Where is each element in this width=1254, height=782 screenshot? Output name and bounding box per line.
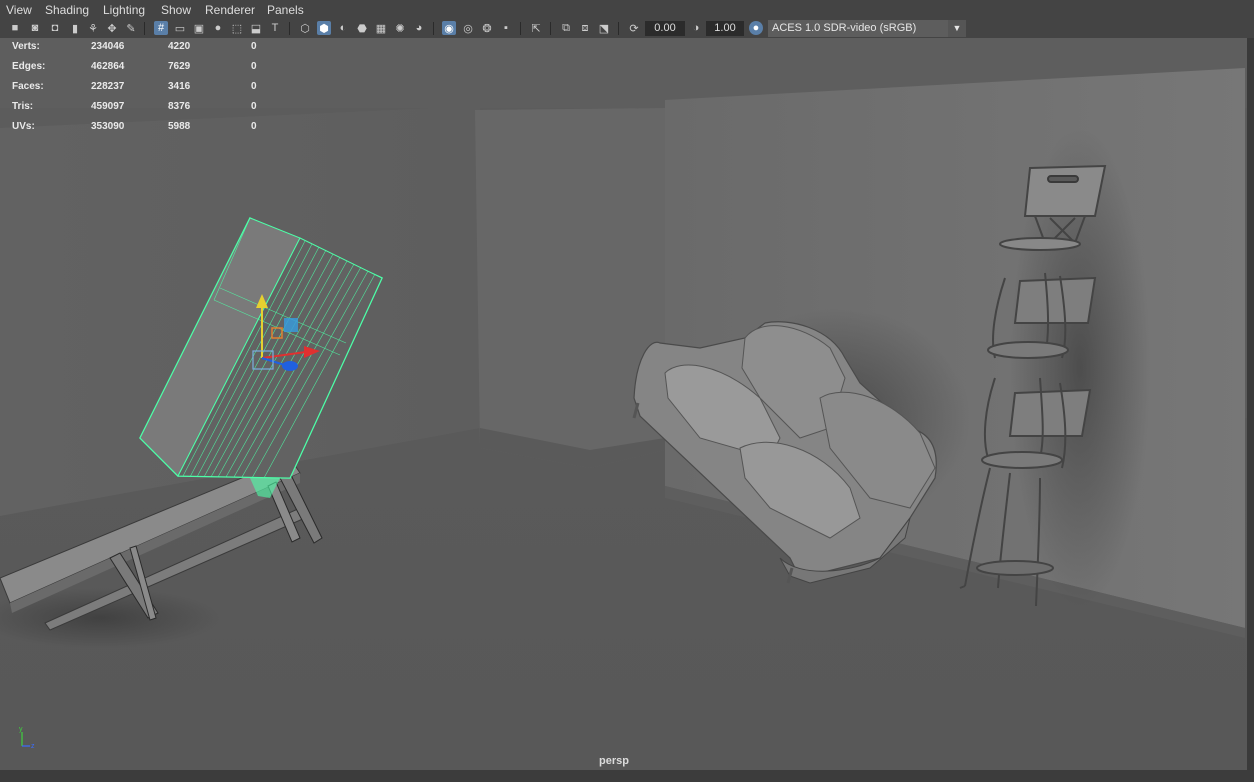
wireframe-icon[interactable]: ⬡: [298, 21, 312, 35]
ambient-occlusion-icon[interactable]: ◎: [461, 21, 475, 35]
chevron-down-icon: ▼: [948, 20, 966, 37]
menu-view[interactable]: View: [6, 3, 32, 17]
hud-row-verts: Verts: 234046 4220 0: [0, 41, 270, 61]
view-transform-dropdown[interactable]: ACES 1.0 SDR-video (sRGB) ▼: [768, 20, 966, 37]
hud-extra: 0: [251, 61, 257, 72]
resolution-gate-icon[interactable]: ▣: [192, 21, 206, 35]
safe-action-icon[interactable]: ⬓: [249, 21, 263, 35]
default-material-icon[interactable]: ◐: [336, 21, 350, 35]
toggle-hud-icon[interactable]: ⬔: [597, 21, 611, 35]
use-all-lights-icon[interactable]: ✺: [393, 21, 407, 35]
hud-label: Faces:: [12, 81, 44, 92]
axis-z-label: z: [31, 743, 35, 750]
camera-bookmark-icon[interactable]: ◘: [48, 21, 62, 35]
anti-aliasing-icon[interactable]: ▪: [499, 21, 513, 35]
hud-row-edges: Edges: 462864 7629 0: [0, 61, 270, 81]
menu-shading[interactable]: Shading: [45, 3, 89, 17]
menu-show[interactable]: Show: [161, 3, 191, 17]
toolbar-separator: [520, 22, 521, 35]
hud-selected: 7629: [168, 61, 191, 72]
grid-icon[interactable]: #: [154, 21, 168, 35]
isolate-select-icon[interactable]: ⇱: [529, 21, 543, 35]
2d-pan-zoom-icon[interactable]: ✥: [105, 21, 119, 35]
hud-row-uvs: UVs: 353090 5988 0: [0, 121, 270, 141]
menu-renderer[interactable]: Renderer: [205, 3, 255, 17]
field-chart-icon[interactable]: ⬚: [230, 21, 244, 35]
exposure-icon[interactable]: ⟳: [627, 21, 641, 35]
panel-menu-bar: View Shading Lighting Show Renderer Pane…: [0, 0, 1254, 19]
gate-mask-icon[interactable]: ●: [211, 21, 225, 35]
panel-border-bottom: [0, 770, 1254, 782]
film-gate-icon[interactable]: ▭: [173, 21, 187, 35]
view-transform-label: ACES 1.0 SDR-video (sRGB): [772, 22, 917, 34]
safe-title-icon[interactable]: T: [268, 21, 282, 35]
hud-extra: 0: [251, 121, 257, 132]
toolbar-separator: [144, 22, 145, 35]
image-plane-icon[interactable]: ⚘: [86, 21, 100, 35]
exposure-field[interactable]: 0.00: [645, 21, 685, 36]
xray-joints-icon[interactable]: ⧉: [559, 21, 573, 35]
hud-selected: 4220: [168, 41, 191, 52]
xray-active-icon[interactable]: ⧈: [578, 21, 592, 35]
hud-total: 353090: [91, 121, 125, 132]
axis-y-label: y: [19, 726, 23, 733]
toolbar-separator: [433, 22, 434, 35]
viewport-persp[interactable]: Verts: 234046 4220 0 Edges: 462864 7629 …: [0, 38, 1254, 770]
toolbar-separator: [618, 22, 619, 35]
xray-icon[interactable]: ◉: [442, 21, 456, 35]
hud-row-faces: Faces: 228237 3416 0: [0, 81, 270, 101]
bookmark-icon[interactable]: ▮: [68, 21, 82, 35]
gamma-field[interactable]: 1.00: [706, 21, 744, 36]
select-camera-icon[interactable]: ■: [8, 21, 22, 35]
hud-selected: 3416: [168, 81, 191, 92]
toolbar-separator: [550, 22, 551, 35]
menu-lighting[interactable]: Lighting: [103, 3, 145, 17]
scene-render: [0, 38, 1254, 770]
grease-pencil-icon[interactable]: ✎: [124, 21, 138, 35]
hud-extra: 0: [251, 41, 257, 52]
hud-selected: 8376: [168, 101, 191, 112]
color-management-icon[interactable]: ●: [749, 21, 763, 35]
toolbar-separator: [289, 22, 290, 35]
hud-total: 228237: [91, 81, 125, 92]
smooth-shade-icon[interactable]: ⬢: [317, 21, 331, 35]
view-axis-icon: y z: [19, 726, 35, 750]
textured-icon[interactable]: ▦: [374, 21, 388, 35]
panel-border-right: [1247, 38, 1254, 770]
gamma-icon[interactable]: ◑: [689, 21, 703, 35]
hud-total: 459097: [91, 101, 125, 112]
hud-total: 234046: [91, 41, 125, 52]
hud-row-tris: Tris: 459097 8376 0: [0, 101, 270, 121]
shadows-icon[interactable]: ◕: [412, 21, 426, 35]
camera-attributes-icon[interactable]: ◙: [28, 21, 42, 35]
hud-total: 462864: [91, 61, 125, 72]
motion-blur-icon[interactable]: ❂: [480, 21, 494, 35]
hud-extra: 0: [251, 81, 257, 92]
wireframe-on-shaded-icon[interactable]: ⬣: [355, 21, 369, 35]
hud-selected: 5988: [168, 121, 191, 132]
hud-label: Edges:: [12, 61, 46, 72]
hud-label: UVs:: [12, 121, 35, 132]
menu-panels[interactable]: Panels: [267, 3, 304, 17]
camera-name-label: persp: [599, 755, 629, 767]
hud-extra: 0: [251, 101, 257, 112]
hud-label: Verts:: [12, 41, 40, 52]
hud-label: Tris:: [12, 101, 34, 112]
panel-toolbar: ■ ◙ ◘ ▮ ⚘ ✥ ✎ # ▭ ▣ ● ⬚ ⬓ T ⬡ ⬢ ◐ ⬣ ▦ ✺ …: [0, 19, 1254, 38]
